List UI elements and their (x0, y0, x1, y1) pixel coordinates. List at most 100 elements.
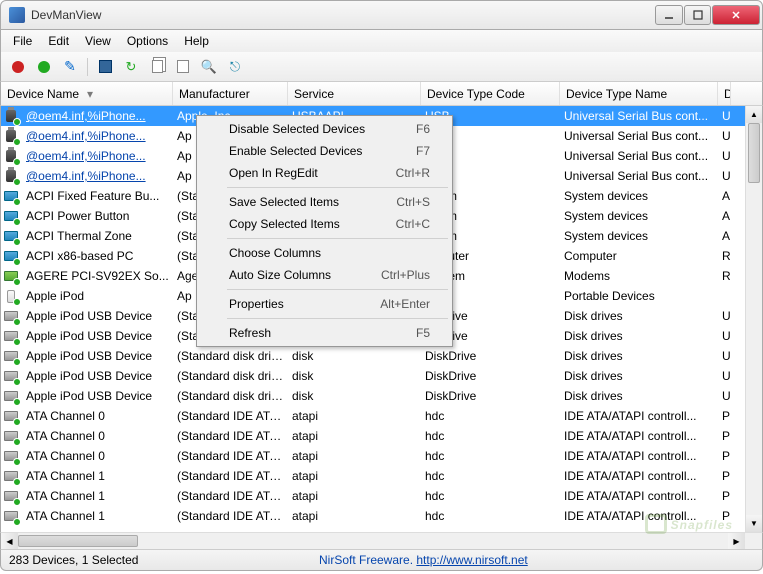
cell-type-name: IDE ATA/ATAPI controll... (560, 429, 718, 443)
close-button[interactable] (712, 5, 760, 25)
statusbar: 283 Devices, 1 Selected NirSoft Freeware… (0, 549, 763, 571)
menu-help[interactable]: Help (176, 32, 217, 50)
cell-device-name: ATA Channel 1 (22, 489, 173, 503)
cell-type-name: Universal Serial Bus cont... (560, 129, 718, 143)
context-menu-shortcut: Ctrl+R (396, 166, 430, 180)
device-icon (3, 108, 19, 124)
context-menu-item[interactable]: Auto Size ColumnsCtrl+Plus (199, 264, 450, 286)
cell-extra: A (718, 189, 730, 203)
cell-device-name: ATA Channel 1 (22, 509, 173, 523)
context-menu-item[interactable]: Copy Selected ItemsCtrl+C (199, 213, 450, 235)
menu-options[interactable]: Options (119, 32, 176, 50)
context-menu-item[interactable]: Save Selected ItemsCtrl+S (199, 191, 450, 213)
menu-view[interactable]: View (77, 32, 119, 50)
nirsoft-link[interactable]: http://www.nirsoft.net (416, 553, 527, 567)
column-manufacturer[interactable]: Manufacturer (173, 82, 288, 105)
column-device-type-name[interactable]: Device Type Name (560, 82, 718, 105)
column-extra[interactable]: D (718, 82, 731, 105)
scroll-right-button[interactable]: ▶ (728, 533, 745, 549)
cell-type-code: hdc (421, 449, 560, 463)
cell-manufacturer: (Standard IDE ATA/ATA... (173, 469, 288, 483)
table-row[interactable]: Apple iPod USB Device(Standard disk driv… (1, 366, 762, 386)
context-menu-separator (227, 289, 448, 290)
cell-extra: P (718, 489, 730, 503)
menu-edit[interactable]: Edit (40, 32, 77, 50)
save-icon[interactable] (94, 56, 116, 78)
app-icon (9, 7, 25, 23)
scroll-down-button[interactable]: ▼ (746, 515, 762, 532)
cell-type-name: IDE ATA/ATAPI controll... (560, 489, 718, 503)
cell-type-name: System devices (560, 189, 718, 203)
cell-device-name: Apple iPod (22, 289, 173, 303)
cell-extra: U (718, 129, 730, 143)
column-service[interactable]: Service (288, 82, 421, 105)
table-row[interactable]: ATA Channel 1(Standard IDE ATA/ATA...ata… (1, 466, 762, 486)
table-row[interactable]: Apple iPod USB Device(Standard disk driv… (1, 386, 762, 406)
find-icon[interactable]: 🔍 (198, 56, 220, 78)
context-menu-item[interactable]: Enable Selected DevicesF7 (199, 140, 450, 162)
table-row[interactable]: ATA Channel 1(Standard IDE ATA/ATA...ata… (1, 506, 762, 526)
table-row[interactable]: ATA Channel 1(Standard IDE ATA/ATA...ata… (1, 486, 762, 506)
maximize-button[interactable] (684, 5, 711, 25)
table-row[interactable]: ATA Channel 0(Standard IDE ATA/ATA...ata… (1, 446, 762, 466)
horizontal-scrollbar[interactable]: ◀ ▶ (0, 532, 763, 549)
cell-device-name: @oem4.inf,%iPhone... (22, 129, 173, 143)
device-icon (3, 128, 19, 144)
cell-type-name: Disk drives (560, 369, 718, 383)
table-row[interactable]: ATA Channel 0(Standard IDE ATA/ATA...ata… (1, 406, 762, 426)
scroll-up-button[interactable]: ▲ (746, 106, 762, 123)
titlebar[interactable]: DevManView (0, 0, 763, 30)
context-menu-separator (227, 187, 448, 188)
device-icon (3, 488, 19, 504)
scroll-left-button[interactable]: ◀ (1, 533, 18, 549)
table-row[interactable]: ATA Channel 0(Standard IDE ATA/ATA...ata… (1, 426, 762, 446)
regedit-icon[interactable]: ✎ (59, 56, 81, 78)
cell-manufacturer: (Standard disk drives) (173, 389, 288, 403)
column-header-row: Device Name▾ Manufacturer Service Device… (0, 82, 763, 106)
refresh-icon[interactable]: ↻ (120, 56, 142, 78)
properties-icon[interactable] (172, 56, 194, 78)
cell-manufacturer: (Standard IDE ATA/ATA... (173, 429, 288, 443)
cell-device-name: Apple iPod USB Device (22, 329, 173, 343)
context-menu-item[interactable]: RefreshF5 (199, 322, 450, 344)
vertical-scrollbar[interactable]: ▲ ▼ (745, 106, 762, 532)
enable-icon[interactable] (33, 56, 55, 78)
device-icon (3, 328, 19, 344)
cell-type-name: Disk drives (560, 349, 718, 363)
scroll-thumb[interactable] (748, 123, 760, 183)
column-device-name[interactable]: Device Name▾ (1, 82, 173, 105)
cell-type-name: Computer (560, 249, 718, 263)
cell-type-name: Universal Serial Bus cont... (560, 169, 718, 183)
exit-icon[interactable]: ⎋ (224, 56, 246, 78)
cell-extra: A (718, 229, 730, 243)
cell-manufacturer: (Standard disk drives) (173, 349, 288, 363)
context-menu-item[interactable]: Choose Columns (199, 242, 450, 264)
copy-icon[interactable] (146, 56, 168, 78)
cell-type-code: DiskDrive (421, 349, 560, 363)
cell-manufacturer: (Standard disk drives) (173, 369, 288, 383)
context-menu-item[interactable]: Disable Selected DevicesF6 (199, 118, 450, 140)
menu-file[interactable]: File (5, 32, 40, 50)
cell-device-name: ACPI Fixed Feature Bu... (22, 189, 173, 203)
cell-manufacturer: (Standard IDE ATA/ATA... (173, 449, 288, 463)
scroll-thumb-h[interactable] (18, 535, 138, 547)
cell-type-name: Universal Serial Bus cont... (560, 149, 718, 163)
context-menu-item[interactable]: PropertiesAlt+Enter (199, 293, 450, 315)
device-icon (3, 388, 19, 404)
window-title: DevManView (31, 8, 655, 22)
minimize-button[interactable] (655, 5, 683, 25)
cell-extra: R (718, 249, 730, 263)
cell-service: disk (288, 369, 421, 383)
device-icon (3, 228, 19, 244)
table-row[interactable]: Apple iPod USB Device(Standard disk driv… (1, 346, 762, 366)
cell-service: atapi (288, 449, 421, 463)
cell-device-name: Apple iPod USB Device (22, 369, 173, 383)
cell-type-name: IDE ATA/ATAPI controll... (560, 509, 718, 523)
column-device-type-code[interactable]: Device Type Code (421, 82, 560, 105)
cell-type-name: IDE ATA/ATAPI controll... (560, 449, 718, 463)
context-menu-shortcut: F7 (416, 144, 430, 158)
disable-icon[interactable] (7, 56, 29, 78)
cell-type-name: Modems (560, 269, 718, 283)
context-menu-item[interactable]: Open In RegEditCtrl+R (199, 162, 450, 184)
device-icon (3, 208, 19, 224)
